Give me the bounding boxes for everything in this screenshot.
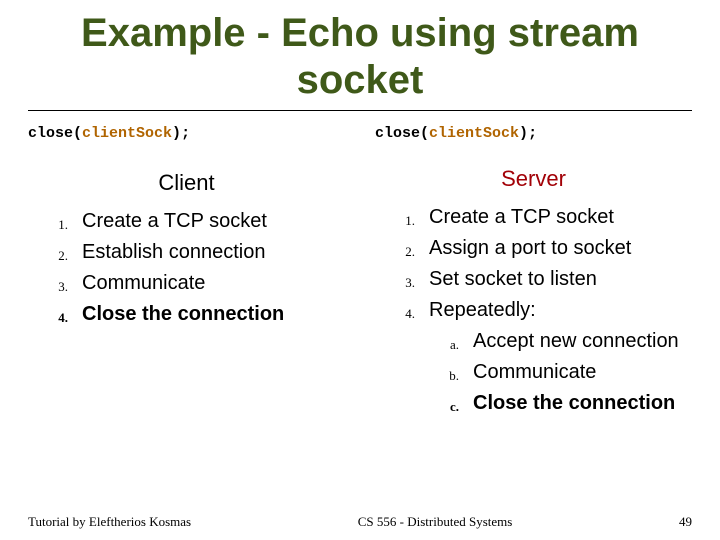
footer-right: 49 <box>679 514 692 530</box>
subitem-letter: c. <box>429 388 473 419</box>
sublist-item: b. Communicate <box>429 357 692 388</box>
item-number: 3. <box>375 264 429 295</box>
code-semicolon: ; <box>181 125 190 142</box>
item-text: Repeatedly: <box>429 295 536 326</box>
title-rule <box>28 110 692 111</box>
title-line-1: Example - Echo using stream <box>81 11 639 55</box>
list-item: 4. Close the connection <box>28 299 345 330</box>
item-number: 2. <box>375 233 429 264</box>
footer-left: Tutorial by Eleftherios Kosmas <box>28 514 191 530</box>
client-column: close(clientSock); Client 1. Create a TC… <box>28 125 345 419</box>
slide-title: Example - Echo using stream socket <box>28 10 692 104</box>
list-item: 2. Establish connection <box>28 237 345 268</box>
item-text: Establish connection <box>82 237 265 268</box>
client-code-line: close(clientSock); <box>28 125 345 142</box>
code-paren-close: ) <box>519 125 528 142</box>
server-column: close(clientSock); Server 1. Create a TC… <box>375 125 692 419</box>
code-paren-open: ( <box>420 125 429 142</box>
code-keyword: close <box>375 125 420 142</box>
item-text: Close the connection <box>82 299 284 330</box>
code-variable: clientSock <box>429 125 519 142</box>
code-paren-open: ( <box>73 125 82 142</box>
columns: close(clientSock); Client 1. Create a TC… <box>28 125 692 419</box>
title-line-2: socket <box>297 58 424 102</box>
list-item: 1. Create a TCP socket <box>375 202 692 233</box>
item-number: 4. <box>28 299 82 330</box>
item-number: 3. <box>28 268 82 299</box>
sublist-item: c. Close the connection <box>429 388 692 419</box>
item-number: 1. <box>28 206 82 237</box>
list-item: 4. Repeatedly: <box>375 295 692 326</box>
subitem-text: Close the connection <box>473 388 675 419</box>
item-number: 1. <box>375 202 429 233</box>
footer-center: CS 556 - Distributed Systems <box>358 514 513 530</box>
server-code-line: close(clientSock); <box>375 125 692 142</box>
code-paren-close: ) <box>172 125 181 142</box>
server-sublist: a. Accept new connection b. Communicate … <box>375 326 692 419</box>
client-heading: Client <box>28 170 345 196</box>
item-number: 4. <box>375 295 429 326</box>
client-list: 1. Create a TCP socket 2. Establish conn… <box>28 206 345 330</box>
item-text: Communicate <box>82 268 205 299</box>
server-heading: Server <box>375 166 692 192</box>
code-semicolon: ; <box>528 125 537 142</box>
list-item: 3. Communicate <box>28 268 345 299</box>
item-text: Create a TCP socket <box>429 202 614 233</box>
subitem-text: Accept new connection <box>473 326 679 357</box>
code-keyword: close <box>28 125 73 142</box>
code-variable: clientSock <box>82 125 172 142</box>
item-text: Set socket to listen <box>429 264 597 295</box>
item-text: Create a TCP socket <box>82 206 267 237</box>
subitem-text: Communicate <box>473 357 596 388</box>
item-number: 2. <box>28 237 82 268</box>
subitem-letter: b. <box>429 357 473 388</box>
sublist-item: a. Accept new connection <box>429 326 692 357</box>
item-text: Assign a port to socket <box>429 233 631 264</box>
list-item: 3. Set socket to listen <box>375 264 692 295</box>
slide: Example - Echo using stream socket close… <box>0 0 720 540</box>
subitem-letter: a. <box>429 326 473 357</box>
list-item: 2. Assign a port to socket <box>375 233 692 264</box>
server-list: 1. Create a TCP socket 2. Assign a port … <box>375 202 692 419</box>
footer: Tutorial by Eleftherios Kosmas CS 556 - … <box>0 514 720 530</box>
list-item: 1. Create a TCP socket <box>28 206 345 237</box>
